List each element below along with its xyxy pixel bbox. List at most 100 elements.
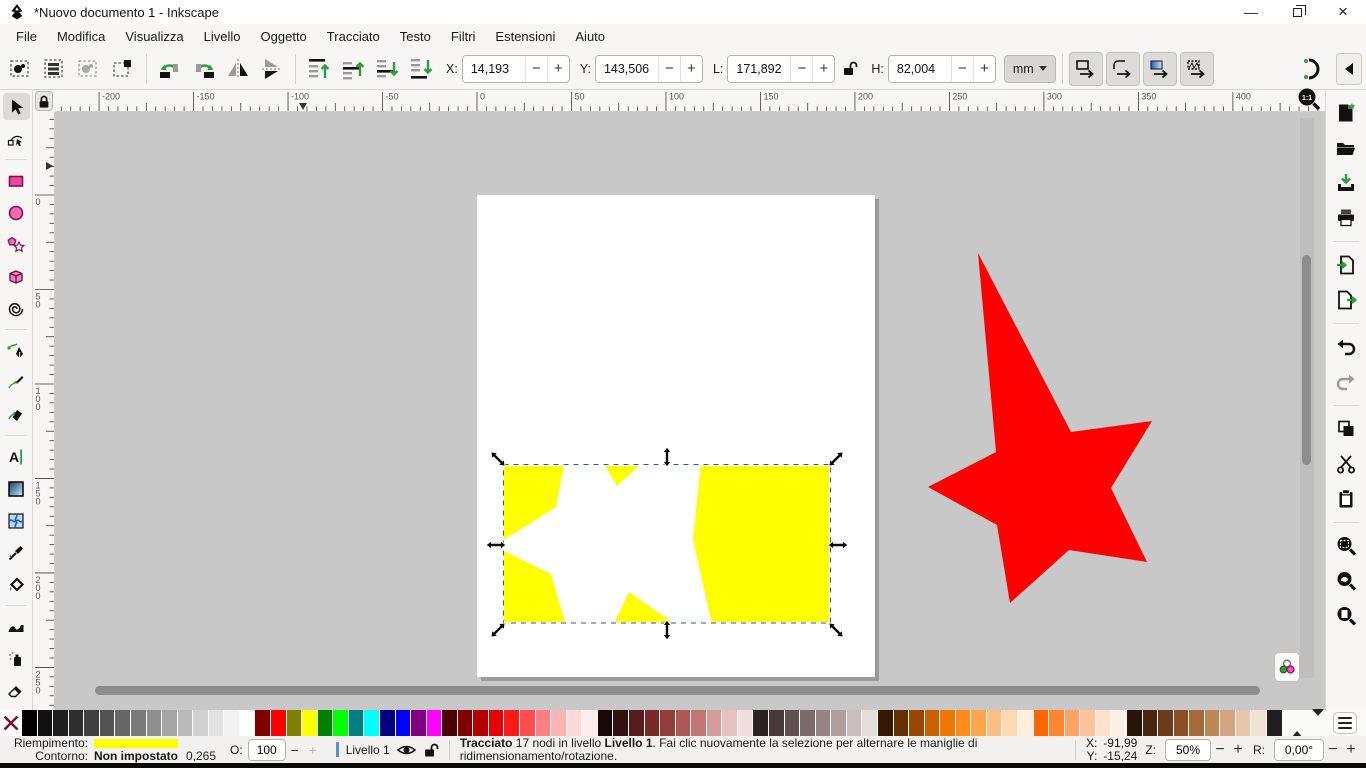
palette-swatch-68[interactable] <box>1080 710 1095 736</box>
palette-swatch-27[interactable] <box>442 710 457 736</box>
copy-button[interactable] <box>1331 414 1361 444</box>
palette-swatch-9[interactable] <box>162 710 177 736</box>
collapse-toolbar-button[interactable] <box>1336 53 1362 85</box>
palette-swatch-4[interactable] <box>84 710 99 736</box>
palette-swatch-49[interactable] <box>785 710 800 736</box>
palette-swatch-13[interactable] <box>224 710 239 736</box>
height-input[interactable] <box>889 56 951 82</box>
palette-swatch-14[interactable] <box>240 710 255 736</box>
palette-swatch-65[interactable] <box>1034 710 1049 736</box>
palette-swatch-7[interactable] <box>131 710 146 736</box>
palette-scroll-up-button[interactable] <box>1291 716 1303 731</box>
tool-gradient[interactable] <box>3 475 30 502</box>
palette-swatch-10[interactable] <box>178 710 193 736</box>
palette-swatch-16[interactable] <box>271 710 286 736</box>
palette-swatch-42[interactable] <box>676 710 691 736</box>
rotate-cw-button[interactable] <box>187 52 221 86</box>
palette-swatch-73[interactable] <box>1158 710 1173 736</box>
y-increment-button[interactable]: + <box>680 56 702 82</box>
palette-swatch-6[interactable] <box>115 710 130 736</box>
palette-swatch-3[interactable] <box>69 710 84 736</box>
palette-swatch-59[interactable] <box>940 710 955 736</box>
palette-swatch-47[interactable] <box>753 710 768 736</box>
tool-star[interactable] <box>3 231 30 258</box>
palette-swatch-5[interactable] <box>100 710 115 736</box>
palette-swatch-18[interactable] <box>302 710 317 736</box>
stroke-value[interactable]: Non impostato <box>94 750 178 763</box>
palette-swatch-72[interactable] <box>1143 710 1158 736</box>
tool-spiral[interactable] <box>3 295 30 322</box>
palette-swatch-19[interactable] <box>318 710 333 736</box>
horizontal-ruler[interactable]: -200-150-100-50050100150200250300350400 <box>55 90 1325 112</box>
stroke-width-value[interactable]: 0,265 <box>186 750 216 763</box>
rotation-input[interactable] <box>1275 740 1323 760</box>
snap-toggle-button[interactable] <box>1294 52 1328 86</box>
palette-swatch-55[interactable] <box>878 710 893 736</box>
palette-scroll-down-button[interactable] <box>1312 716 1324 731</box>
palette-swatch-12[interactable] <box>209 710 224 736</box>
palette-swatch-53[interactable] <box>847 710 862 736</box>
height-increment-button[interactable]: + <box>973 56 995 82</box>
flip-vertical-button[interactable] <box>255 52 289 86</box>
paste-button[interactable] <box>1331 484 1361 514</box>
scale-pattern-toggle[interactable] <box>1180 52 1214 86</box>
restore-button[interactable] <box>1274 0 1320 24</box>
palette-swatch-15[interactable] <box>255 710 270 736</box>
vertical-ruler[interactable]: 050100150200250 <box>33 112 55 710</box>
menu-item-testo[interactable]: Testo <box>390 26 441 47</box>
palette-swatch-25[interactable] <box>411 710 426 736</box>
scale-gradient-toggle[interactable] <box>1143 52 1177 86</box>
palette-swatch-50[interactable] <box>800 710 815 736</box>
tool-eraser[interactable] <box>3 677 30 704</box>
palette-swatch-23[interactable] <box>380 710 395 736</box>
raise-button[interactable] <box>336 52 370 86</box>
palette-swatch-57[interactable] <box>909 710 924 736</box>
height-decrement-button[interactable]: − <box>951 56 973 82</box>
layer-visibility-toggle[interactable] <box>397 743 416 757</box>
swatch-none[interactable] <box>0 710 22 736</box>
zoom-input[interactable] <box>1166 740 1210 760</box>
palette-swatch-32[interactable] <box>520 710 535 736</box>
tool-paint-bucket[interactable] <box>3 571 30 598</box>
x-decrement-button[interactable]: − <box>525 56 547 82</box>
palette-menu-button[interactable] <box>1333 712 1357 734</box>
deselect-button[interactable] <box>72 52 106 86</box>
zoom-selection-button[interactable] <box>1331 531 1361 561</box>
raise-to-top-button[interactable] <box>302 52 336 86</box>
palette-swatch-51[interactable] <box>816 710 831 736</box>
menu-item-estensioni[interactable]: Estensioni <box>485 26 565 47</box>
zoom-1-1-button[interactable]: 1:1 <box>1296 87 1322 113</box>
palette-swatch-37[interactable] <box>598 710 613 736</box>
menu-item-oggetto[interactable]: Oggetto <box>251 26 317 47</box>
menu-item-livello[interactable]: Livello <box>194 26 251 47</box>
palette-swatch-74[interactable] <box>1174 710 1189 736</box>
minimize-button[interactable]: — <box>1228 0 1274 24</box>
palette-swatch-54[interactable] <box>862 710 877 736</box>
palette-swatch-60[interactable] <box>956 710 971 736</box>
lock-ratio-button[interactable] <box>837 52 863 86</box>
palette-swatch-66[interactable] <box>1049 710 1064 736</box>
tool-pen[interactable] <box>3 337 30 364</box>
palette-swatch-30[interactable] <box>489 710 504 736</box>
palette-swatch-28[interactable] <box>458 710 473 736</box>
tool-text[interactable]: A <box>3 443 30 470</box>
palette-swatch-2[interactable] <box>53 710 68 736</box>
palette-swatch-80[interactable] <box>1267 710 1282 736</box>
palette-swatch-58[interactable] <box>925 710 940 736</box>
menu-item-file[interactable]: File <box>6 26 47 47</box>
palette-swatch-52[interactable] <box>831 710 846 736</box>
palette-swatch-31[interactable] <box>504 710 519 736</box>
palette-swatch-75[interactable] <box>1189 710 1204 736</box>
palette-swatch-8[interactable] <box>147 710 162 736</box>
tool-3dbox[interactable] <box>3 263 30 290</box>
palette-swatch-43[interactable] <box>691 710 706 736</box>
select-all-button[interactable] <box>4 52 38 86</box>
palette-swatch-38[interactable] <box>613 710 628 736</box>
fill-swatch[interactable] <box>94 739 178 748</box>
palette-swatch-22[interactable] <box>364 710 379 736</box>
opacity-decrement-button[interactable]: − <box>286 740 304 760</box>
y-input[interactable] <box>596 56 658 82</box>
tool-mesh-gradient[interactable] <box>3 507 30 534</box>
opacity-input[interactable] <box>249 740 285 760</box>
tool-calligraphy[interactable] <box>3 401 30 428</box>
